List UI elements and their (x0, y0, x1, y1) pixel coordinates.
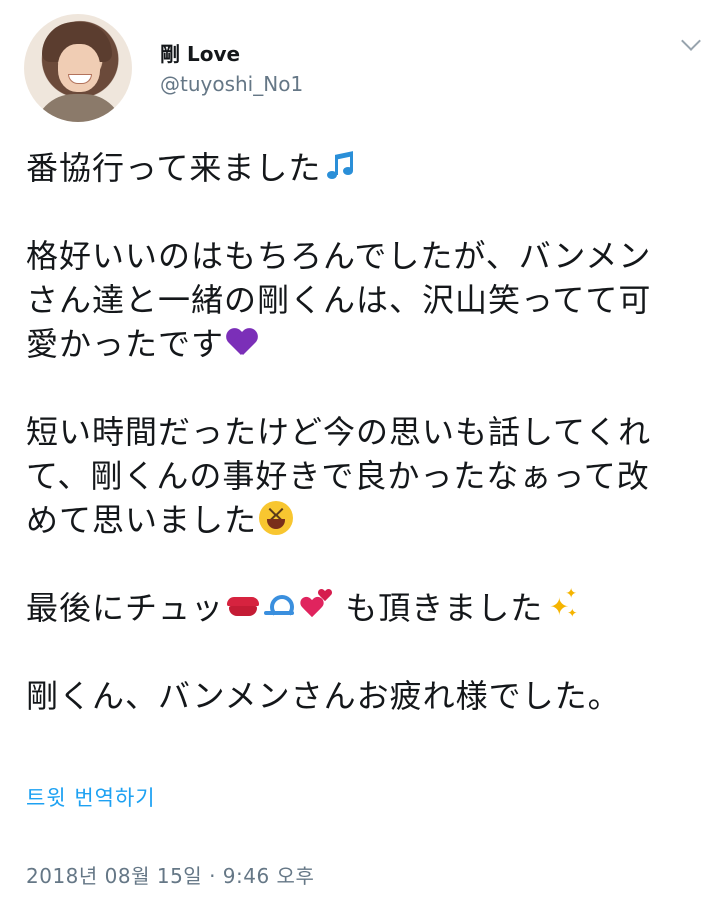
tweet-line-text: 愛かったです (26, 325, 225, 363)
tweet-line: 剛くん、バンメンさんお疲れ様でした。 (26, 674, 706, 718)
tweet-line-text: 番協行って来ました (26, 149, 322, 187)
tweet-line: 最後にチュッ も頂きました ✦ ✦ ✦ (26, 586, 706, 630)
chevron-down-icon[interactable] (681, 31, 701, 51)
laughing-face-icon (259, 501, 294, 535)
translate-tweet-link[interactable]: 트윗 번역하기 (26, 782, 156, 812)
tweet-line-text: 剛くん、バンメンさんお疲れ様でした。 (26, 677, 621, 715)
author-handle[interactable]: @tuyoshi_No1 (160, 72, 303, 96)
avatar[interactable] (24, 14, 132, 122)
tweet-line: 短い時間だったけど今の思いも話してくれ (26, 410, 706, 454)
two-hearts-icon (298, 589, 334, 623)
tweet-line-text: 格好いいのはもちろんでしたが、バンメン (26, 237, 652, 275)
tweet-line-text: さん達と一緒の剛くんは、沢山笑ってて可 (26, 281, 652, 319)
tweet-line: さん達と一緒の剛くんは、沢山笑ってて可 (26, 278, 706, 322)
musical-notes-icon (323, 149, 357, 183)
tweet-text: 番協行って来ました 格好いいのはもちろんでしたが、バンメン さん達と一緒の剛くん… (26, 146, 706, 718)
sparkles-icon: ✦ ✦ ✦ (549, 586, 579, 621)
avatar-face (58, 44, 100, 92)
tweet-line-text: 短い時間だったけど今の思いも話してくれ (26, 413, 652, 451)
tweet-line: 番協行って来ました (26, 146, 706, 190)
curly-loop-icon (262, 589, 297, 623)
tweet-line: 格好いいのはもちろんでしたが、バンメン (26, 234, 706, 278)
tweet-line: て、剛くんの事好きで良かったなぁって改 (26, 454, 706, 498)
tweet-line-text: 最後にチュッ (26, 589, 225, 627)
tweet-line-text: て、剛くんの事好きで良かったなぁって改 (26, 457, 650, 495)
avatar-shirt (34, 94, 124, 122)
tweet-line: めて思いました (26, 498, 706, 542)
tweet-line: 愛かったです (26, 322, 706, 366)
tweet-line-text: めて思いました (26, 501, 258, 539)
purple-heart-icon (226, 327, 258, 359)
author-display-name[interactable]: 剛 Love (160, 38, 240, 67)
tweet-timestamp[interactable]: 2018년 08월 15일 · 9:46 오후 (26, 860, 314, 889)
kiss-lips-icon (226, 589, 260, 623)
tweet-line-text: も頂きました (334, 589, 544, 627)
